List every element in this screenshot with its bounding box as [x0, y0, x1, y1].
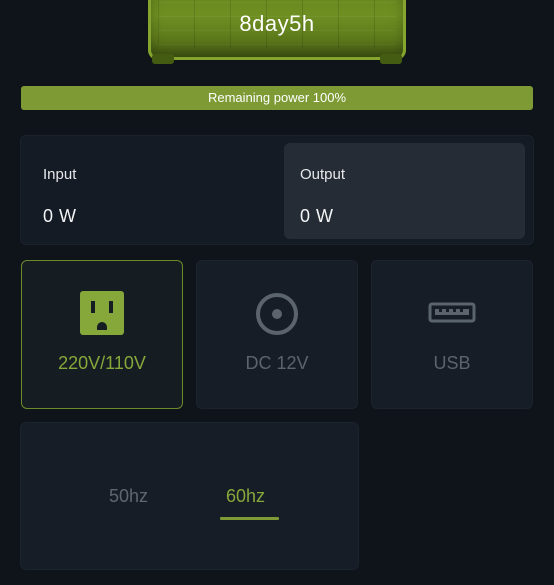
- output-box: Output 0 W: [284, 143, 525, 239]
- frequency-panel: 50hz 60hz: [20, 422, 359, 570]
- power-station-illustration: 8day5h: [148, 0, 406, 64]
- mode-label-ac: 220V/110V: [58, 353, 146, 373]
- mode-card-ac[interactable]: 220V/110V: [21, 260, 183, 409]
- dc-port-icon: [256, 293, 298, 335]
- frequency-option-60hz[interactable]: 60hz: [226, 486, 265, 507]
- remaining-power-bar: Remaining power 100%: [21, 86, 533, 110]
- output-label: Output: [300, 166, 346, 183]
- mode-label-dc: DC 12V: [245, 353, 309, 373]
- device-foot-right: [380, 54, 402, 64]
- mode-label-usb: USB: [433, 353, 471, 373]
- remaining-power-label: Remaining power 100%: [207, 90, 347, 105]
- usb-port-icon: [428, 302, 476, 323]
- input-value: 0 W: [43, 206, 77, 226]
- mode-card-usb[interactable]: USB: [371, 260, 533, 409]
- input-box: Input 0 W: [27, 143, 277, 239]
- frequency-selected-underline: [220, 517, 279, 520]
- remaining-time: 8day5h: [239, 11, 315, 36]
- device-foot-left: [152, 54, 174, 64]
- output-value: 0 W: [300, 206, 334, 226]
- frequency-option-50hz[interactable]: 50hz: [109, 486, 148, 507]
- mode-card-dc[interactable]: DC 12V: [196, 260, 358, 409]
- io-panel: Input 0 W Output 0 W: [20, 135, 534, 245]
- input-label: Input: [43, 166, 77, 183]
- ac-outlet-icon: [80, 291, 124, 335]
